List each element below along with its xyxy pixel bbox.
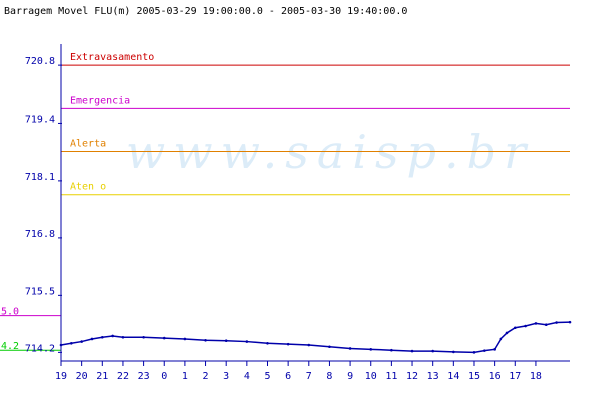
data-point (524, 324, 527, 328)
data-point (328, 345, 331, 349)
y-tick-label-1: 720.8 (25, 56, 55, 67)
data-point (452, 350, 455, 354)
x-tick-label-19: 13 (427, 371, 439, 382)
data-point (59, 343, 63, 347)
data-point (70, 341, 73, 345)
data-point (80, 340, 83, 343)
data-point (245, 340, 249, 343)
data-point (390, 348, 393, 352)
data-point (499, 337, 503, 341)
side-marker-label-1: 5.0 (1, 307, 19, 318)
data-point (183, 337, 187, 341)
x-tick-label-21: 15 (468, 371, 480, 382)
data-point (472, 351, 476, 354)
data-point (111, 334, 114, 338)
chart-title: Barragem Movel FLU(m) 2005-03-29 19:00:0… (4, 6, 407, 17)
x-tick-label-4: 22 (117, 371, 129, 382)
data-point (493, 348, 496, 351)
x-tick-label-11: 5 (264, 371, 270, 382)
data-point (369, 348, 373, 351)
data-point (204, 338, 207, 342)
x-tick-label-3: 21 (96, 371, 108, 382)
x-tick-label-18: 12 (406, 371, 418, 382)
y-tick-label-4: 716.8 (25, 229, 55, 240)
x-tick-label-15: 9 (347, 371, 353, 382)
x-tick-label-22: 16 (489, 371, 501, 382)
x-tick-label-7: 1 (182, 371, 188, 382)
data-point (410, 349, 414, 353)
data-point (142, 335, 145, 339)
data-point (555, 321, 558, 324)
chart: www.saisp.br Barragem Movel FLU(m) 2005-… (0, 6, 572, 382)
data-point (307, 343, 311, 347)
x-tick-label-5: 23 (138, 371, 150, 382)
y-tick-label-6: 714.2 (25, 343, 55, 354)
y-tick-label-2: 719.4 (25, 114, 55, 125)
reference-label-1: Extravasamento (70, 52, 154, 63)
data-point (348, 347, 352, 350)
x-tick-label-14: 8 (326, 371, 332, 382)
y-tick-label-3: 718.1 (25, 172, 55, 183)
data-point (162, 336, 166, 340)
side-marker-label-2: 4.2 (1, 341, 19, 352)
x-tick-label-8: 2 (203, 371, 209, 382)
data-point (431, 349, 434, 353)
data-point (483, 349, 486, 352)
data-point (505, 331, 509, 335)
x-tick-label-17: 11 (385, 371, 397, 382)
data-point (224, 339, 228, 342)
reference-label-2: Emergencia (70, 95, 130, 106)
x-tick-label-12: 6 (285, 371, 291, 382)
reference-lines: Extravasamento Emergencia Alerta Aten o 5.0 4… (0, 52, 570, 352)
x-tick-label-1: 19 (55, 371, 67, 382)
series-layer (59, 320, 572, 354)
x-tick-label-2: 20 (76, 371, 88, 382)
x-tick-label-9: 3 (223, 371, 229, 382)
x-tick-label-24: 18 (530, 371, 542, 382)
reference-label-4: Aten o (70, 182, 106, 193)
x-tick-label-23: 17 (509, 371, 521, 382)
data-point (90, 337, 94, 341)
x-tick-label-13: 7 (306, 371, 312, 382)
x-tick-label-20: 14 (447, 371, 459, 382)
data-point (100, 335, 104, 339)
x-tick-label-16: 10 (365, 371, 377, 382)
data-point (286, 342, 290, 346)
x-tick-label-6: 0 (161, 371, 167, 382)
data-point (266, 341, 269, 345)
reference-label-3: Alerta (70, 139, 106, 150)
data-point (544, 323, 548, 327)
data-point (513, 326, 517, 330)
data-point (534, 322, 538, 325)
y-tick-label-5: 715.5 (25, 286, 55, 297)
x-tick-label-10: 4 (244, 371, 250, 382)
data-point (568, 320, 572, 324)
data-point (121, 335, 125, 339)
series-line-1 (60, 321, 571, 354)
